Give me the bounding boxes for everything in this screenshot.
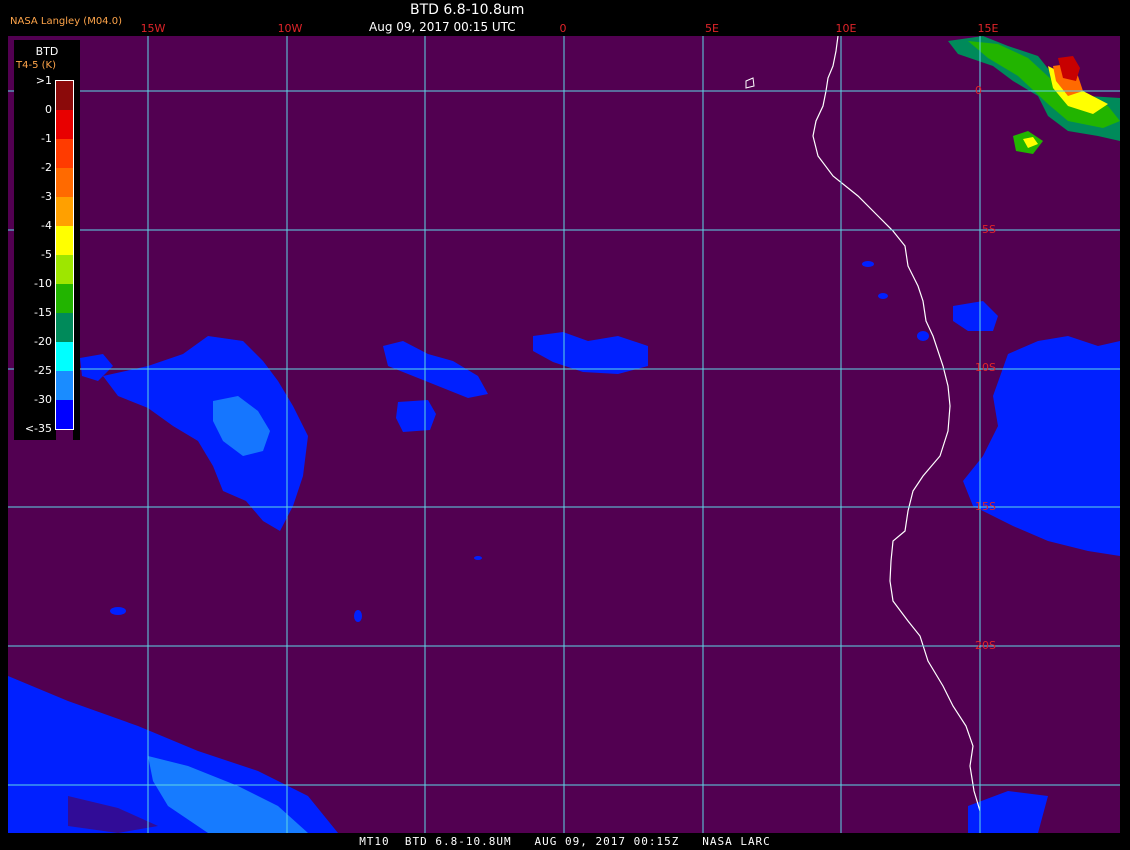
legend-frame <box>55 80 74 430</box>
legend-tick-label: -3 <box>41 190 52 203</box>
longitude-label: 10W <box>277 22 303 35</box>
legend-tick-label: -30 <box>34 393 52 406</box>
cloud-mid-block <box>396 400 436 432</box>
island <box>745 77 755 89</box>
latitude-label: 20S <box>975 639 996 652</box>
longitude-label: 0 <box>559 22 567 35</box>
legend-tick-label: -1 <box>41 132 52 145</box>
map-canvas <box>8 36 1120 833</box>
legend-unit: T4-5 (K) <box>16 60 56 71</box>
legend-tick-label: -20 <box>34 335 52 348</box>
legend-tick-label: <-35 <box>24 422 52 435</box>
legend-tick-label: -15 <box>34 306 52 319</box>
legend-tick-label: 0 <box>45 103 52 116</box>
convection-northeast-green <box>968 41 1120 128</box>
legend-tick-label: -5 <box>41 248 52 261</box>
latitude-label: 10S <box>975 361 996 374</box>
legend-swatch <box>56 429 73 458</box>
cloud-speck <box>878 293 888 299</box>
legend-title: BTD <box>35 45 59 58</box>
footer-caption: MT10 BTD 6.8-10.8UM AUG 09, 2017 00:15Z … <box>359 835 771 848</box>
product-title: BTD 6.8-10.8um <box>410 2 525 18</box>
cloud-speck <box>917 331 929 341</box>
convective-cells <box>948 36 1120 154</box>
credit-label: NASA Langley (M04.0) <box>10 16 122 27</box>
cloud-speck <box>862 261 874 267</box>
longitude-label: 15E <box>977 22 999 35</box>
graticule <box>8 36 1120 833</box>
legend-tick-label: -10 <box>34 277 52 290</box>
cloud-speck <box>110 607 126 615</box>
legend-tick-label: >1 <box>35 74 52 87</box>
legend-tick-label: -25 <box>34 364 52 377</box>
cloud-center-patch <box>533 332 648 374</box>
color-legend: BTD T4-5 (K) >1 0 -1 -2 -3 -4 -5 -10 -15 -20 -25 -3… <box>14 40 80 458</box>
legend-tick-label: -2 <box>41 161 52 174</box>
latitude-label: 0 <box>975 84 982 97</box>
timestamp-label: Aug 09, 2017 00:15 UTC <box>369 20 516 34</box>
latitude-label: 5S <box>982 223 996 236</box>
cloud-speck <box>474 556 482 560</box>
latitude-label: 15S <box>975 500 996 513</box>
longitude-label: 15W <box>140 22 166 35</box>
cloud-southwest <box>8 676 338 833</box>
cloud-west-cluster <box>103 336 308 531</box>
longitude-label: 5E <box>705 22 719 35</box>
legend-tick-label: -4 <box>41 219 52 232</box>
satellite-map <box>8 36 1120 833</box>
longitude-label: 10E <box>835 22 857 35</box>
cloud-speck <box>354 610 362 622</box>
cloud-east-upper <box>953 301 998 331</box>
coastline <box>812 36 981 812</box>
